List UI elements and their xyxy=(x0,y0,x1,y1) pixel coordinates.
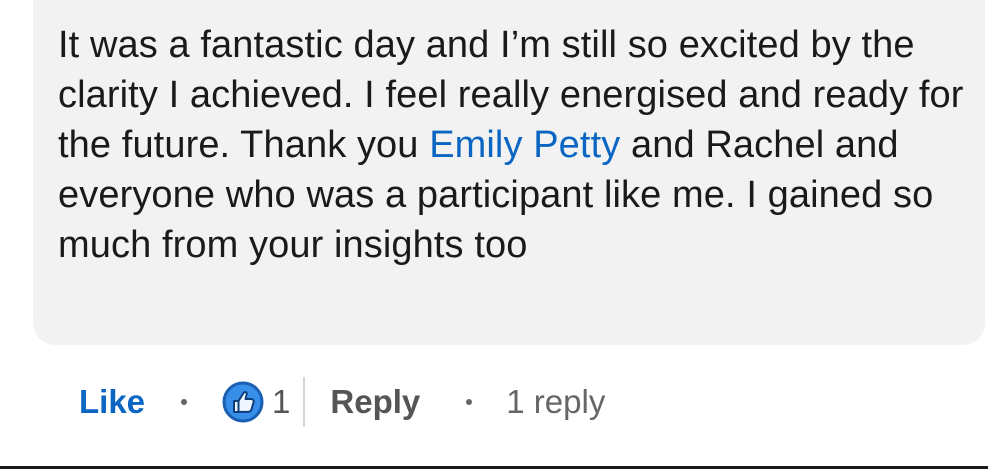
reply-button[interactable]: Reply xyxy=(330,383,420,421)
replies-link[interactable]: 1 reply xyxy=(506,383,605,421)
thumbs-up-icon xyxy=(222,381,264,423)
reaction-count: 1 xyxy=(272,383,291,420)
mention-link[interactable]: Emily Petty xyxy=(429,124,620,166)
reaction-summary[interactable]: 1 xyxy=(221,380,290,424)
action-divider xyxy=(303,377,306,427)
comment-text: It was a fantastic day and I’m still so … xyxy=(58,20,978,270)
bottom-divider xyxy=(0,466,988,469)
like-button[interactable]: Like xyxy=(79,383,145,421)
comment-actions: Like 1 Reply 1 reply xyxy=(79,376,605,428)
separator-dot xyxy=(181,399,188,405)
separator-dot xyxy=(466,399,473,405)
